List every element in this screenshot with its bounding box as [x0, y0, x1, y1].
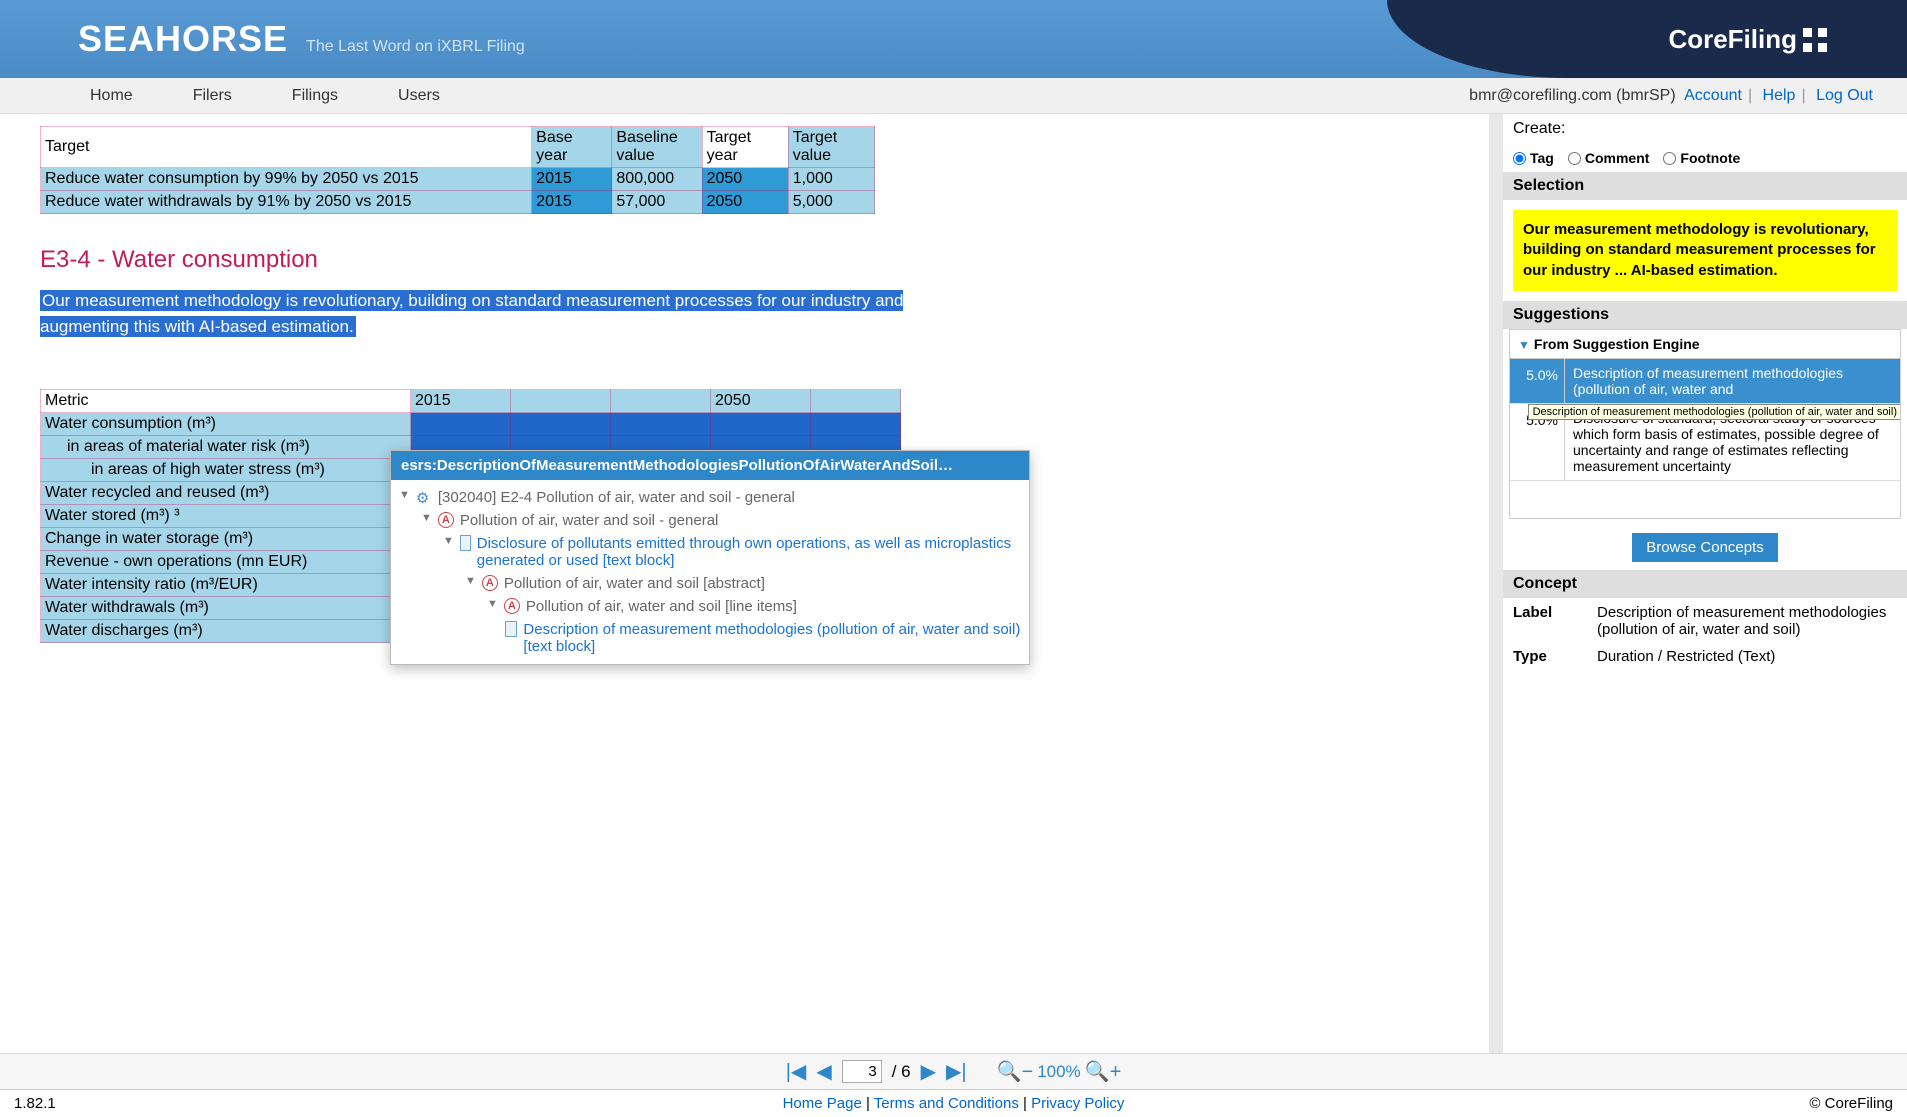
- chevron-down-icon[interactable]: ▼: [487, 598, 498, 610]
- nav-users[interactable]: Users: [398, 87, 440, 105]
- nav-filers[interactable]: Filers: [193, 87, 232, 105]
- popup-title: esrs:DescriptionOfMeasurementMethodologi…: [391, 451, 1029, 480]
- th-targetval: Target value: [788, 127, 874, 168]
- corefiling-logo: CoreFiling: [1668, 24, 1827, 55]
- next-page-button[interactable]: ▶: [921, 1059, 936, 1084]
- caret-down-icon: ▼: [1518, 338, 1530, 352]
- app-header: SEAHORSE The Last Word on iXBRL Filing C…: [0, 0, 1907, 78]
- abstract-icon: A: [438, 512, 454, 528]
- footer-privacy[interactable]: Privacy Policy: [1031, 1095, 1124, 1112]
- section-title: E3-4 - Water consumption: [40, 246, 1449, 274]
- suggestions-header: Suggestions: [1503, 301, 1907, 329]
- selection-text: Our measurement methodology is revolutio…: [1513, 210, 1897, 291]
- zoom-level: 100%: [1037, 1062, 1080, 1082]
- prev-page-button[interactable]: ◀: [816, 1059, 831, 1084]
- nav-bar: Home Filers Filings Users bmr@corefiling…: [0, 78, 1907, 114]
- logout-link[interactable]: Log Out: [1816, 87, 1873, 104]
- suggestions-list[interactable]: ▼From Suggestion Engine 5.0% Description…: [1509, 329, 1901, 519]
- document-pane[interactable]: Target Base year Baseline value Target y…: [0, 114, 1503, 1053]
- tooltip: Description of measurement methodologies…: [1528, 404, 1901, 420]
- help-link[interactable]: Help: [1763, 87, 1796, 104]
- zoom-out-button[interactable]: 🔍−: [997, 1059, 1034, 1084]
- version: 1.82.1: [14, 1095, 56, 1112]
- chevron-down-icon[interactable]: ▼: [443, 535, 454, 547]
- footer: 1.82.1 Home Page | Terms and Conditions …: [0, 1089, 1907, 1117]
- gear-icon: ⚙: [416, 489, 432, 505]
- table-row[interactable]: Water consumption (m³): [41, 413, 901, 436]
- pager-bar: |◀ ◀ / 6 ▶ ▶| 🔍− 100% 🔍+: [0, 1053, 1907, 1089]
- user-email: bmr@corefiling.com (bmrSP): [1469, 87, 1676, 104]
- concept-header: Concept: [1503, 570, 1907, 598]
- targets-table: Target Base year Baseline value Target y…: [40, 126, 875, 214]
- brand-tagline: The Last Word on iXBRL Filing: [306, 38, 525, 56]
- chevron-down-icon[interactable]: ▼: [421, 512, 432, 524]
- selection-header: Selection: [1503, 172, 1907, 200]
- radio-comment[interactable]: Comment: [1568, 150, 1650, 166]
- th-metric: Metric: [41, 390, 411, 413]
- create-label: Create:: [1503, 114, 1907, 144]
- footer-copyright: © CoreFiling: [1809, 1095, 1893, 1112]
- side-panel: Create: Tag Comment Footnote Selection O…: [1503, 114, 1907, 1053]
- chevron-down-icon[interactable]: ▼: [399, 489, 410, 501]
- concept-tree: ▼⚙[302040] E2-4 Pollution of air, water …: [391, 480, 1029, 664]
- page-input[interactable]: [842, 1060, 882, 1083]
- th-baseline: Baseline value: [612, 127, 702, 168]
- concept-details: LabelDescription of measurement methodol…: [1503, 598, 1907, 671]
- abstract-icon: A: [504, 598, 520, 614]
- table-row[interactable]: Reduce water consumption by 99% by 2050 …: [41, 168, 875, 191]
- th-baseyear: Base year: [532, 127, 612, 168]
- nav-filings[interactable]: Filings: [292, 87, 338, 105]
- document-icon: [460, 535, 471, 551]
- footer-home[interactable]: Home Page: [783, 1095, 862, 1112]
- brand: SEAHORSE The Last Word on iXBRL Filing: [78, 18, 525, 60]
- nav-user-area: bmr@corefiling.com (bmrSP) Account| Help…: [1469, 87, 1877, 105]
- th-targetyear: Target year: [702, 127, 788, 168]
- document-icon: [505, 621, 517, 637]
- highlighted-paragraph[interactable]: Our measurement methodology is revolutio…: [40, 288, 980, 339]
- footer-terms[interactable]: Terms and Conditions: [874, 1095, 1019, 1112]
- corefiling-glyph-icon: [1803, 28, 1827, 52]
- abstract-icon: A: [482, 575, 498, 591]
- chevron-down-icon[interactable]: ▼: [465, 575, 476, 587]
- suggestion-item[interactable]: 5.0% Description of measurement methodol…: [1510, 359, 1900, 404]
- table-row[interactable]: Reduce water withdrawals by 91% by 2050 …: [41, 191, 875, 214]
- suggestion-engine-header[interactable]: ▼From Suggestion Engine: [1510, 330, 1900, 359]
- concept-popup: esrs:DescriptionOfMeasurementMethodologi…: [390, 450, 1030, 665]
- radio-footnote[interactable]: Footnote: [1663, 150, 1740, 166]
- th-target: Target: [41, 127, 532, 168]
- account-link[interactable]: Account: [1684, 87, 1742, 104]
- browse-concepts-button[interactable]: Browse Concepts: [1632, 533, 1778, 562]
- zoom-in-button[interactable]: 🔍+: [1085, 1059, 1122, 1084]
- brand-name: SEAHORSE: [78, 18, 288, 60]
- last-page-button[interactable]: ▶|: [946, 1059, 967, 1084]
- first-page-button[interactable]: |◀: [786, 1059, 807, 1084]
- radio-tag[interactable]: Tag: [1513, 150, 1554, 166]
- nav-home[interactable]: Home: [90, 87, 133, 105]
